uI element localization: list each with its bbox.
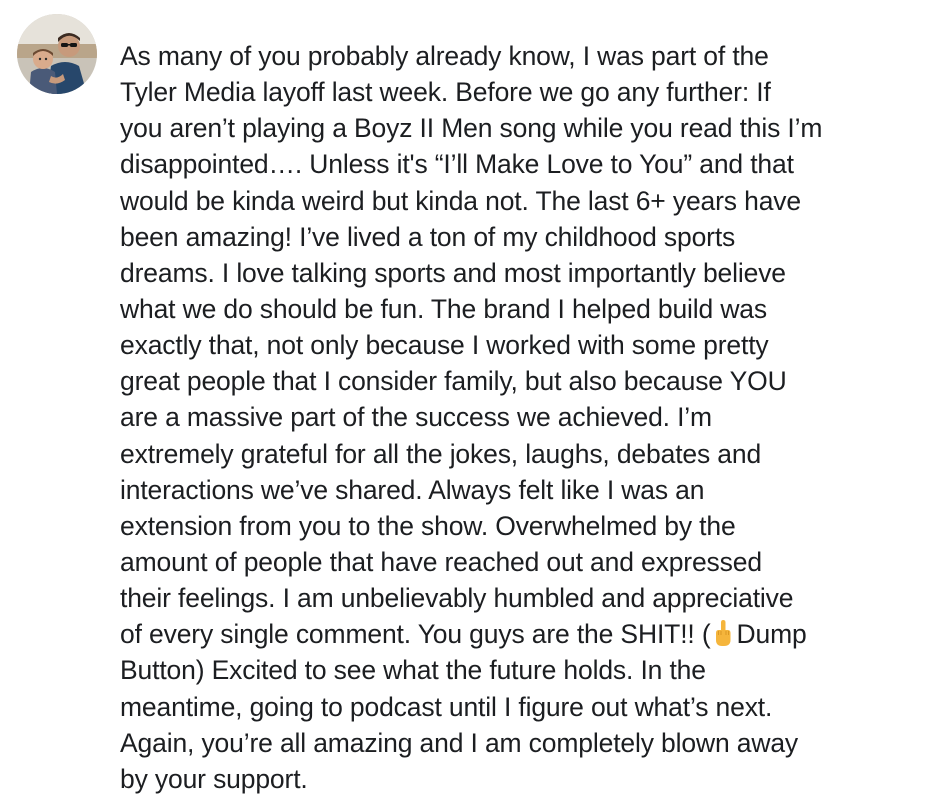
post-text-line: their feelings. I am unbelievably humble… — [120, 583, 794, 614]
post-text-line: you aren’t playing a Boyz II Men song wh… — [120, 113, 823, 144]
author-avatar[interactable] — [17, 14, 97, 94]
post-text-line: exactly that, not only because I worked … — [120, 330, 769, 361]
post-text-line: what we do should be fun. The brand I he… — [120, 293, 767, 324]
post-text-line: Button) Excited to see what the future h… — [120, 655, 706, 686]
post-text-line: great people that I consider family, but… — [120, 366, 787, 397]
post-text-line: been amazing! I’ve lived a ton of my chi… — [120, 221, 736, 252]
post-text-line: meantime, going to podcast until I figur… — [120, 691, 773, 722]
middle-finger-emoji-icon — [713, 619, 733, 647]
post-text-line: would be kinda weird but kinda not. The … — [120, 185, 801, 216]
post-text-line: dreams. I love talking sports and most i… — [120, 257, 786, 288]
post-text-line: extremely grateful for all the jokes, la… — [120, 438, 762, 469]
post-text-line: Again, you’re all amazing and I am compl… — [120, 727, 799, 758]
facebook-post: As many of you probably already know, I … — [0, 0, 926, 812]
post-text-line: by your support. — [120, 763, 308, 794]
post-text-line: interactions we’ve shared. Always felt l… — [120, 474, 705, 505]
post-text-segment: of every single comment. You guys are th… — [120, 619, 711, 650]
post-text-line: disappointed…. Unless it's “I’ll Make Lo… — [120, 149, 794, 180]
post-text-line: As many of you probably already know, I … — [120, 41, 769, 71]
post-text-line-with-emoji: of every single comment. You guys are th… — [120, 616, 920, 652]
post-text-line: are a massive part of the success we ach… — [120, 402, 712, 433]
post-text-line: amount of people that have reached out a… — [120, 546, 762, 577]
post-body-text: As many of you probably already know, I … — [120, 38, 920, 797]
post-text-line: Tyler Media layoff last week. Before we … — [120, 77, 771, 108]
post-text-line: extension from you to the show. Overwhel… — [120, 510, 736, 541]
post-text-segment: Dump — [736, 619, 807, 650]
avatar-photo — [17, 14, 97, 94]
